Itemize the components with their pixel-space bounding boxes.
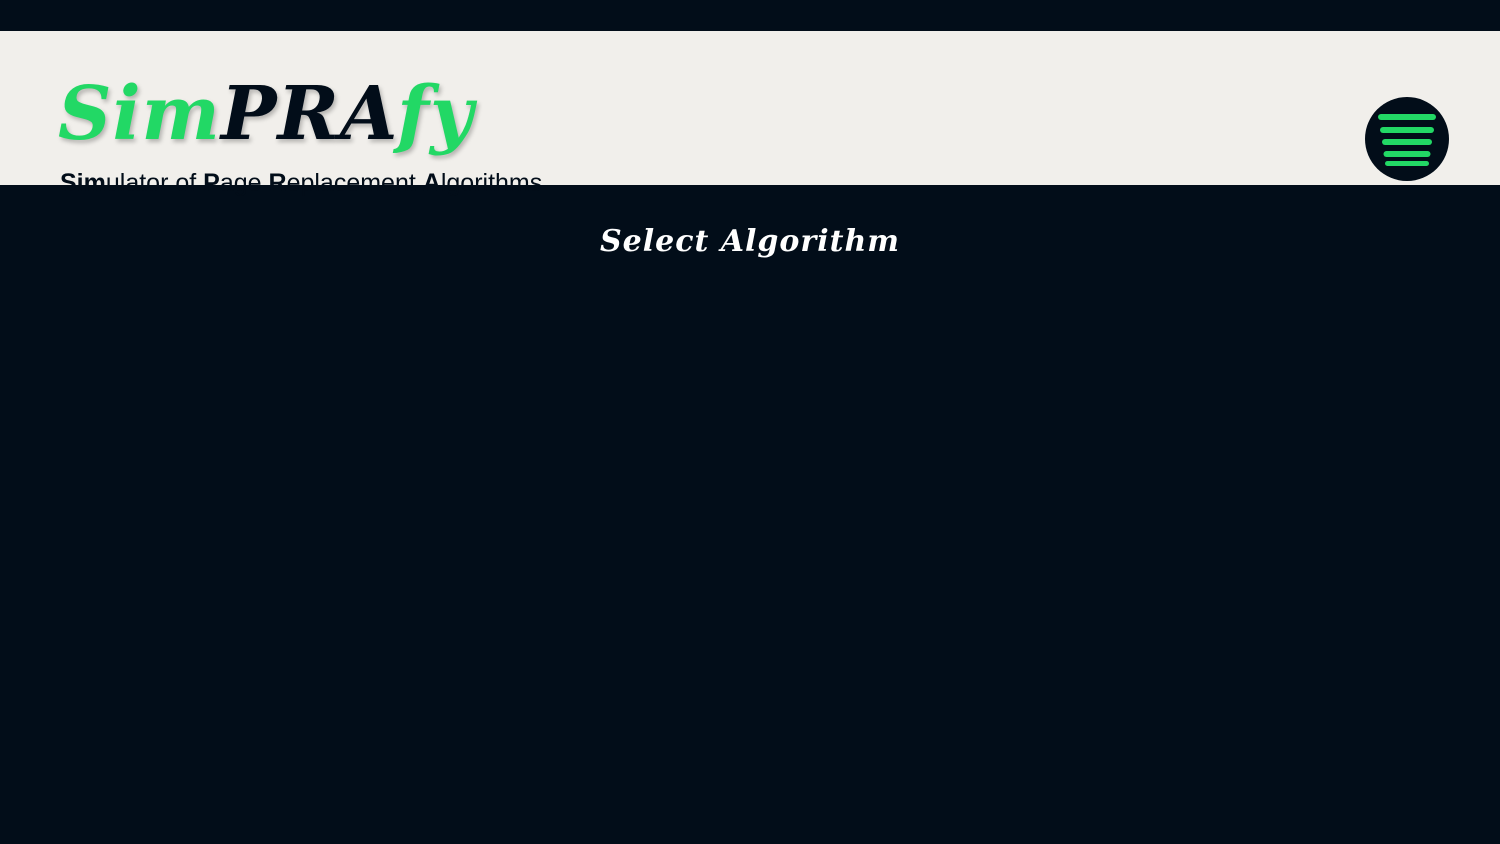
logo-fy: fy [397,71,474,157]
header: SimPRAfy Simulator of Page Replacement A… [0,31,1500,197]
logo-pra: PRA [220,71,398,157]
page-heading: Select Algorithm [599,224,901,259]
top-bar [0,0,1500,31]
logo-sim: Sim [58,71,221,157]
logo[interactable]: SimPRAfy [58,69,474,159]
subtitle: Simulator of Page Replacement Algorithms [60,169,543,197]
menu-button[interactable] [1365,97,1449,181]
